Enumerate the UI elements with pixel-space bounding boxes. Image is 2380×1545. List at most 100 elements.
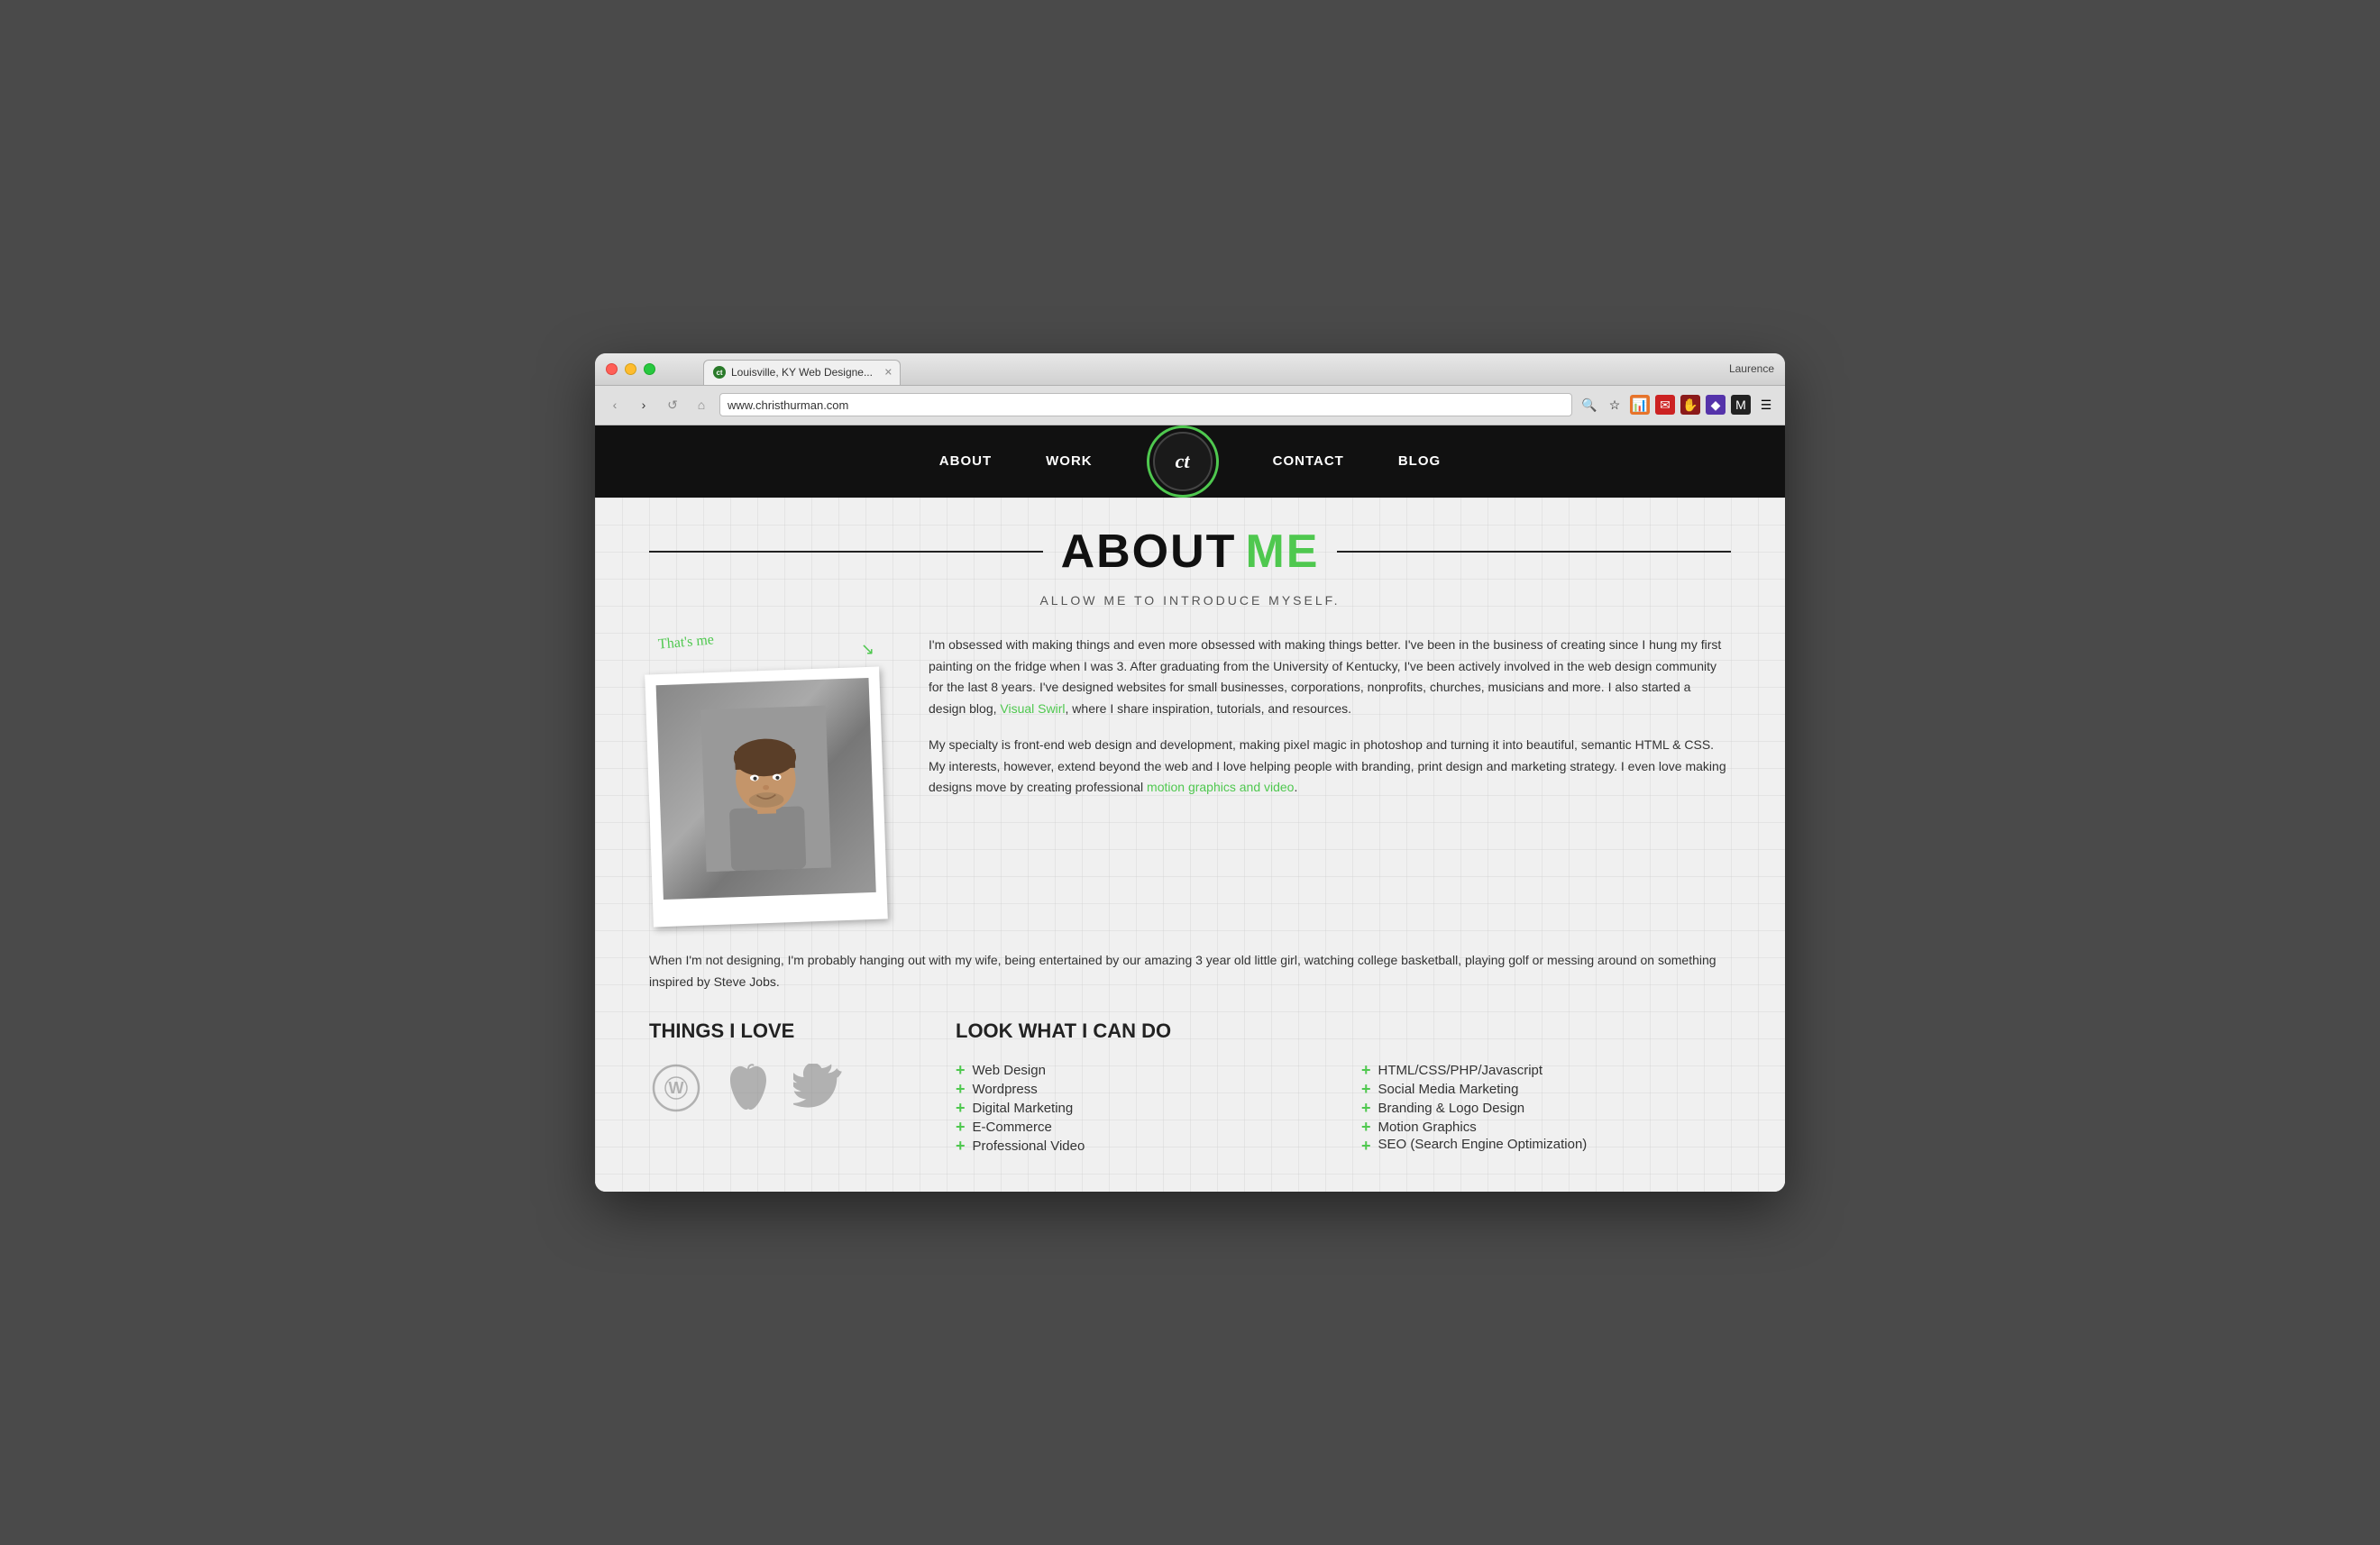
home-button[interactable]: ⌂	[691, 394, 712, 416]
plus-icon: +	[956, 1061, 966, 1080]
refresh-button[interactable]: ↺	[662, 394, 683, 416]
address-bar[interactable]: www.christhurman.com	[719, 393, 1572, 416]
mail-icon[interactable]: ✉	[1655, 395, 1675, 415]
plus-icon: +	[1361, 1099, 1371, 1118]
skill-label: Professional Video	[973, 1138, 1085, 1154]
skill-item: + Digital Marketing	[956, 1099, 1325, 1118]
photo-container: That's me ↘	[649, 635, 902, 923]
skill-item: + Motion Graphics	[1361, 1118, 1731, 1137]
bio-text: I'm obsessed with making things and even…	[929, 635, 1731, 923]
star-icon[interactable]: ☆	[1605, 395, 1625, 415]
skill-item: + SEO (Search Engine Optimization)	[1361, 1137, 1731, 1156]
logo-text: ct	[1176, 450, 1190, 473]
website-content: ABOUT WORK ct CONTACT BLOG ABOUT ME	[595, 425, 1785, 1193]
toolbar-icons: 🔍 ☆ 📊 ✉ ✋ ◆ M ☰	[1579, 395, 1776, 415]
skill-item: + Professional Video	[956, 1137, 1325, 1156]
forward-button[interactable]: ›	[633, 394, 654, 416]
twitter-bird-icon	[793, 1061, 847, 1115]
thats-me-arrow: ↘	[861, 640, 874, 659]
back-button[interactable]: ‹	[604, 394, 626, 416]
heading-line-right	[1337, 551, 1731, 553]
visual-swirl-link[interactable]: Visual Swirl	[1000, 701, 1065, 716]
bio-section: That's me ↘	[649, 635, 1731, 923]
profile-photo	[656, 678, 876, 900]
plus-icon: +	[1361, 1061, 1371, 1080]
nav-work[interactable]: WORK	[1046, 453, 1093, 469]
skill-item: + Social Media Marketing	[1361, 1080, 1731, 1099]
skill-item: + Branding & Logo Design	[1361, 1099, 1731, 1118]
logo-inner: ct	[1153, 432, 1213, 491]
plus-icon: +	[956, 1099, 966, 1118]
heading-text: ABOUT ME	[1043, 525, 1338, 579]
bottom-sections: THINGS I LOVE W	[649, 1019, 1731, 1156]
svg-text:W: W	[669, 1079, 684, 1097]
skill-label: Web Design	[973, 1063, 1046, 1078]
fullscreen-button[interactable]	[644, 363, 655, 375]
plus-icon: +	[1361, 1118, 1371, 1137]
bio-paragraph-2: My specialty is front-end web design and…	[929, 735, 1731, 799]
title-bar: ct Louisville, KY Web Designe... ✕ Laure…	[595, 353, 1785, 386]
url-text: www.christhurman.com	[728, 398, 848, 412]
can-do-title: LOOK WHAT I CAN DO	[956, 1019, 1731, 1043]
skill-label: Digital Marketing	[973, 1101, 1074, 1116]
thats-me-label: That's me	[657, 632, 714, 653]
pocket-icon[interactable]: ◆	[1706, 395, 1726, 415]
skill-label: Branding & Logo Design	[1378, 1101, 1525, 1116]
dark-mail-icon[interactable]: M	[1731, 395, 1751, 415]
tab-title: Louisville, KY Web Designe...	[731, 366, 873, 379]
plus-icon: +	[956, 1080, 966, 1099]
site-logo[interactable]: ct	[1147, 425, 1219, 498]
motion-graphics-link[interactable]: motion graphics and video	[1147, 780, 1294, 794]
bird-svg	[793, 1064, 847, 1112]
traffic-lights	[606, 363, 655, 375]
skill-label: Wordpress	[973, 1082, 1038, 1097]
skill-label: SEO (Search Engine Optimization)	[1378, 1137, 1588, 1152]
search-icon[interactable]: 🔍	[1579, 395, 1599, 415]
skill-item: + Wordpress	[956, 1080, 1325, 1099]
about-word: ABOUT	[1061, 525, 1237, 579]
plus-icon: +	[1361, 1137, 1371, 1156]
can-do-section: LOOK WHAT I CAN DO + Web Design + Wordpr…	[956, 1019, 1731, 1156]
user-name: Laurence	[1729, 362, 1774, 375]
plus-icon: +	[1361, 1080, 1371, 1099]
apple-svg	[727, 1064, 770, 1112]
skill-item: + E-Commerce	[956, 1118, 1325, 1137]
wordpress-icon: W	[649, 1061, 703, 1115]
nav-blog[interactable]: BLOG	[1398, 453, 1441, 469]
nav-items: ABOUT WORK ct CONTACT BLOG	[939, 425, 1441, 498]
site-nav: ABOUT WORK ct CONTACT BLOG	[595, 425, 1785, 498]
minimize-button[interactable]	[625, 363, 636, 375]
photo-polaroid	[645, 666, 888, 927]
close-button[interactable]	[606, 363, 618, 375]
about-heading: ABOUT ME	[649, 525, 1731, 579]
main-content: ABOUT ME ALLOW ME TO INTRODUCE MYSELF. T…	[595, 498, 1785, 1193]
analytics-icon[interactable]: 📊	[1630, 395, 1650, 415]
things-title: THINGS I LOVE	[649, 1019, 920, 1043]
tab-bar: ct Louisville, KY Web Designe... ✕	[703, 353, 901, 385]
skill-label: Social Media Marketing	[1378, 1082, 1519, 1097]
plus-icon: +	[956, 1118, 966, 1137]
skill-item: + HTML/CSS/PHP/Javascript	[1361, 1061, 1731, 1080]
person-silhouette	[700, 705, 832, 872]
wordpress-svg: W	[652, 1064, 700, 1112]
nav-bar: ‹ › ↺ ⌂ www.christhurman.com 🔍 ☆ 📊 ✉ ✋ ◆…	[595, 386, 1785, 425]
apple-icon	[721, 1061, 775, 1115]
skill-item: + Web Design	[956, 1061, 1325, 1080]
love-icons: W	[649, 1061, 920, 1115]
menu-icon[interactable]: ☰	[1756, 395, 1776, 415]
nav-about[interactable]: ABOUT	[939, 453, 992, 469]
active-tab[interactable]: ct Louisville, KY Web Designe... ✕	[703, 360, 901, 385]
me-word: ME	[1245, 525, 1319, 579]
about-subtitle: ALLOW ME TO INTRODUCE MYSELF.	[649, 593, 1731, 608]
skill-label: E-Commerce	[973, 1120, 1052, 1135]
skill-label: HTML/CSS/PHP/Javascript	[1378, 1063, 1543, 1078]
browser-window: ct Louisville, KY Web Designe... ✕ Laure…	[595, 353, 1785, 1193]
plus-icon: +	[956, 1137, 966, 1156]
personal-text: When I'm not designing, I'm probably han…	[649, 950, 1731, 993]
tab-close-icon[interactable]: ✕	[884, 367, 892, 379]
skill-label: Motion Graphics	[1378, 1120, 1477, 1135]
tab-favicon: ct	[713, 366, 726, 379]
nav-contact[interactable]: CONTACT	[1273, 453, 1344, 469]
skills-col2: + HTML/CSS/PHP/Javascript + Social Media…	[1361, 1061, 1731, 1156]
block-icon[interactable]: ✋	[1680, 395, 1700, 415]
